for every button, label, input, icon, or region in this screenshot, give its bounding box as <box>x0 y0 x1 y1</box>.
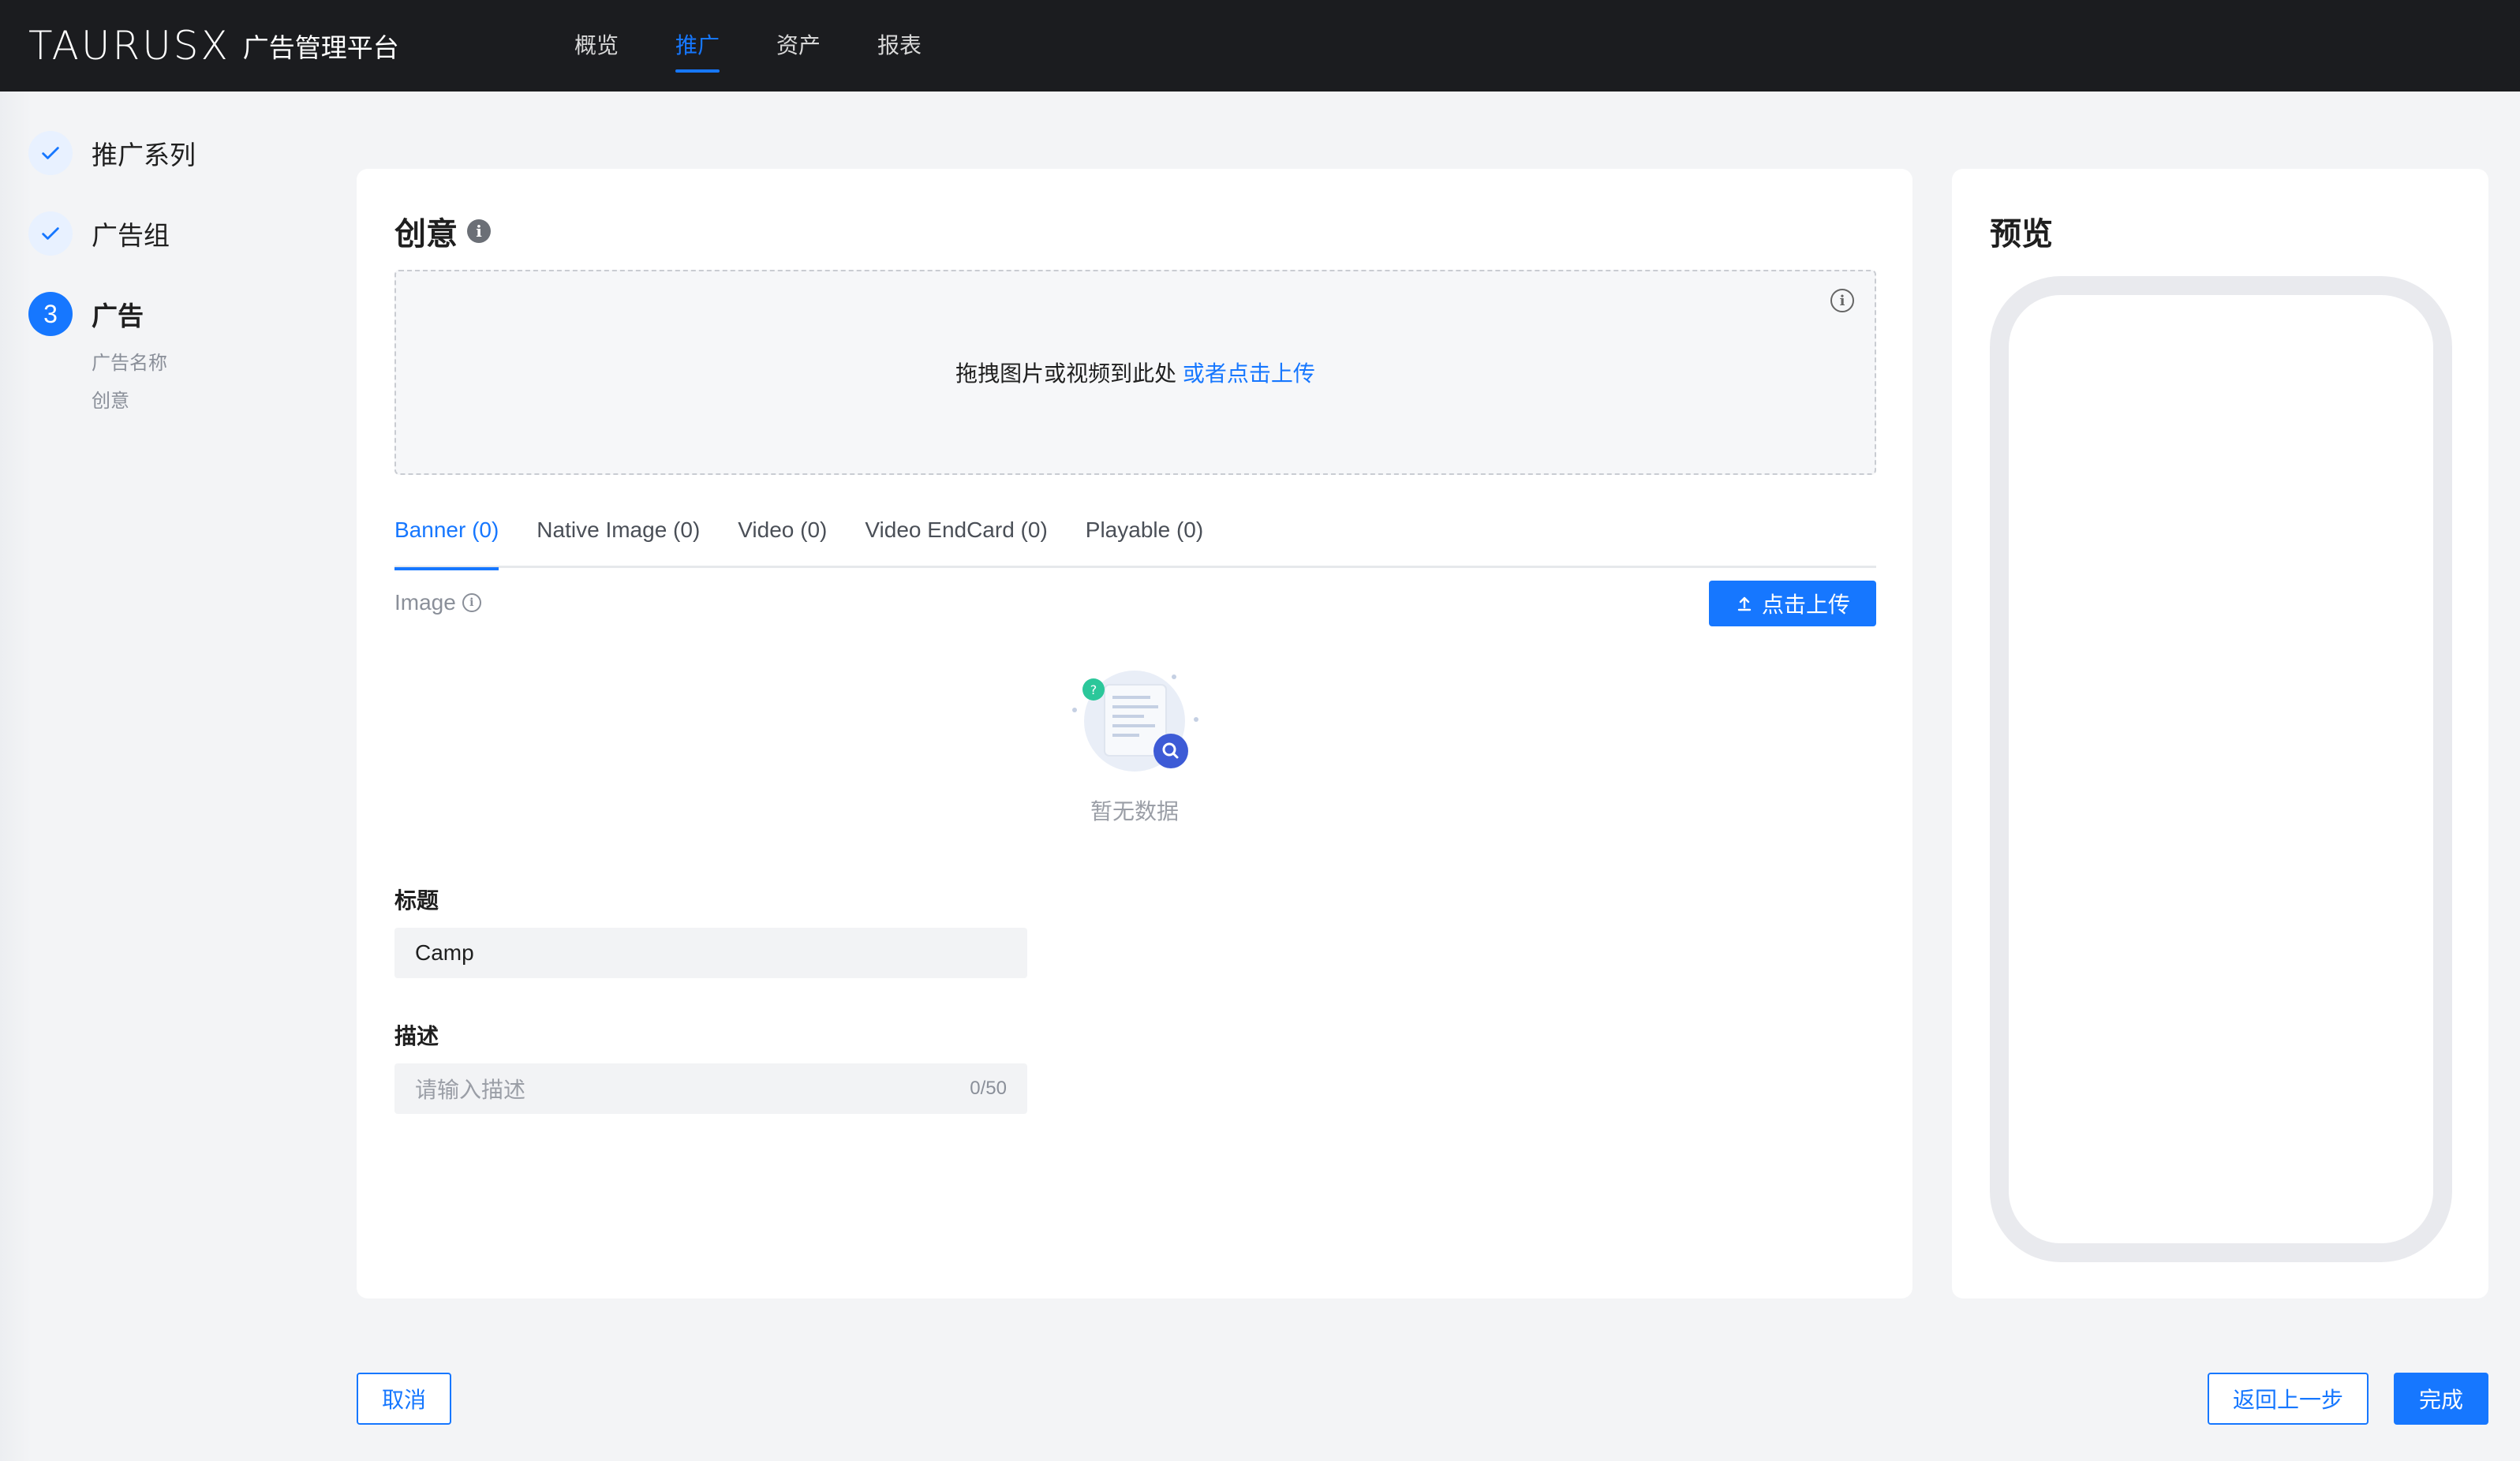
image-label: Image i <box>394 590 481 615</box>
dropzone-hint: 拖拽图片或视频到此处 <box>955 361 1177 386</box>
creative-title-text: 创意 <box>394 217 458 252</box>
step-label: 推广系列 <box>92 140 196 170</box>
logo[interactable]: TAURUSX 广告管理平台 <box>28 22 399 69</box>
back-button[interactable]: 返回上一步 <box>2208 1373 2369 1425</box>
empty-text: 暂无数据 <box>1090 799 1179 824</box>
upload-dropzone[interactable]: i 拖拽图片或视频到此处 或者点击上传 <box>394 270 1876 475</box>
dropzone-upload-link[interactable]: 或者点击上传 <box>1183 361 1315 386</box>
app-name: 广告管理平台 <box>242 33 399 62</box>
step-label: 广告组 <box>92 221 170 250</box>
steps-sidebar: 推广系列 广告组 3 广告 广告名称 创意 <box>0 92 331 1461</box>
preview-title: 预览 <box>1990 217 2053 252</box>
logo-mark: TAURUSX <box>28 23 230 69</box>
info-icon[interactable]: i <box>462 593 481 612</box>
tab-playable[interactable]: Playable (0) <box>1086 508 1203 568</box>
nav-overview[interactable]: 概览 <box>574 28 619 73</box>
substep-creative[interactable]: 创意 <box>92 385 129 413</box>
dropzone-text: 拖拽图片或视频到此处 或者点击上传 <box>396 357 1875 388</box>
info-icon[interactable]: i <box>467 219 491 243</box>
upload-icon <box>1737 596 1752 611</box>
finish-button[interactable]: 完成 <box>2394 1373 2488 1425</box>
empty-state: ? 暂无数据 <box>1056 658 1213 826</box>
empty-data-icon: ? <box>1072 671 1198 772</box>
upload-button[interactable]: 点击上传 <box>1709 581 1876 626</box>
creative-title: 创意 i <box>394 208 491 254</box>
step-label: 广告 <box>92 301 144 331</box>
tab-banner[interactable]: Banner (0) <box>394 508 499 570</box>
step-ad[interactable]: 3 广告 <box>28 292 144 336</box>
step-campaign[interactable]: 推广系列 <box>28 131 196 175</box>
tab-video[interactable]: Video (0) <box>738 508 827 568</box>
info-icon[interactable]: i <box>1830 289 1854 312</box>
title-input[interactable]: Camp <box>394 928 1027 978</box>
svg-text:?: ? <box>1090 682 1097 697</box>
creative-tabs: Banner (0) Native Image (0) Video (0) Vi… <box>394 508 1876 570</box>
step-adgroup[interactable]: 广告组 <box>28 211 170 256</box>
title-input-value: Camp <box>415 940 474 965</box>
phone-preview-frame <box>1990 276 2452 1262</box>
tab-video-endcard[interactable]: Video EndCard (0) <box>865 508 1047 568</box>
check-icon <box>28 211 73 256</box>
desc-field-label: 描述 <box>394 1024 439 1048</box>
preview-card: 预览 <box>1952 169 2488 1298</box>
description-input[interactable]: 请输入描述 0/50 <box>394 1063 1027 1114</box>
check-icon <box>28 131 73 175</box>
step-number-badge: 3 <box>28 292 73 336</box>
tab-native-image[interactable]: Native Image (0) <box>537 508 700 568</box>
image-label-text: Image <box>394 590 456 615</box>
nav-reports[interactable]: 报表 <box>877 28 922 73</box>
top-navbar: TAURUSX 广告管理平台 概览 推广 资产 报表 <box>0 0 2520 92</box>
substep-ad-name[interactable]: 广告名称 <box>92 347 167 375</box>
nav-assets[interactable]: 资产 <box>776 28 821 73</box>
creative-card: 创意 i i 拖拽图片或视频到此处 或者点击上传 Banner (0) Nati… <box>357 169 1912 1298</box>
description-placeholder: 请输入描述 <box>415 1078 526 1102</box>
char-counter: 0/50 <box>970 1078 1007 1099</box>
nav-promotion[interactable]: 推广 <box>675 28 720 73</box>
title-field-label: 标题 <box>394 888 439 913</box>
upload-button-label: 点击上传 <box>1761 592 1850 617</box>
cancel-button[interactable]: 取消 <box>357 1373 451 1425</box>
